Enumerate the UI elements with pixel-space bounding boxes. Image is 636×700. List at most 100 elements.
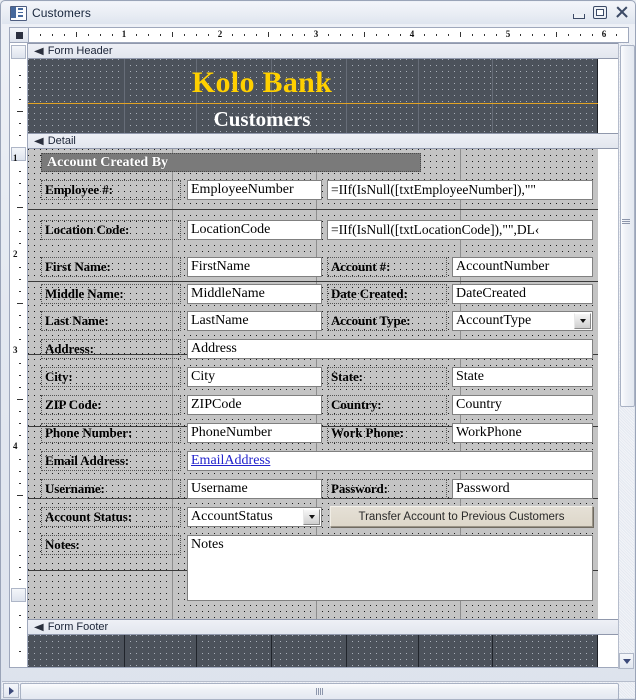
label-first-name[interactable]: First Name: (41, 257, 181, 277)
hruler-tick (136, 34, 137, 36)
hruler-tick (112, 34, 113, 36)
label-last-name[interactable]: Last Name: (41, 311, 181, 331)
textbox-employee-number[interactable]: EmployeeNumber (187, 180, 322, 200)
hruler-tick (304, 34, 305, 36)
hruler-tick (160, 34, 161, 36)
label-username[interactable]: Username: (41, 479, 181, 499)
hruler-tick (340, 34, 341, 36)
label-employee-number[interactable]: Employee #: (41, 180, 181, 200)
label-zip-code[interactable]: ZIP Code: (41, 395, 181, 415)
label-email-address[interactable]: Email Address: (41, 451, 181, 471)
hruler-tick (460, 32, 461, 37)
hruler-tick (376, 34, 377, 36)
hruler-tick (328, 34, 329, 36)
textbox-notes[interactable]: Notes (187, 535, 593, 601)
group-header-account-created-by[interactable]: Account Created By (41, 153, 421, 172)
label-address[interactable]: Address: (41, 339, 181, 359)
bank-name-label[interactable]: Kolo Bank (174, 63, 350, 103)
hruler-tick (100, 34, 101, 36)
hruler-tick (352, 34, 353, 36)
label-date-created[interactable]: Date Created: (327, 284, 447, 304)
textbox-work-phone[interactable]: WorkPhone (452, 423, 593, 443)
combobox-account-type[interactable]: AccountType (452, 311, 593, 331)
select-all-corner[interactable] (10, 28, 29, 42)
textbox-city[interactable]: City (187, 367, 322, 387)
form-subtitle-label[interactable]: Customers (174, 106, 350, 132)
label-country[interactable]: Country: (327, 395, 447, 415)
hruler-tick (184, 34, 185, 36)
label-city[interactable]: City: (41, 367, 181, 387)
textbox-last-name[interactable]: LastName (187, 311, 322, 331)
textbox-employee-name-expression[interactable]: =IIf(IsNull([txtEmployeeNumber]),"" (327, 180, 593, 200)
vruler-top-handle[interactable] (11, 45, 26, 59)
vruler-number: 3 (13, 345, 18, 355)
chevron-down-icon[interactable] (303, 509, 320, 525)
textbox-phone-number[interactable]: PhoneNumber (187, 423, 322, 443)
textbox-state[interactable]: State (452, 367, 593, 387)
vertical-scrollbar[interactable] (618, 43, 635, 669)
vruler-tick (19, 627, 21, 628)
label-account-type[interactable]: Account Type: (327, 311, 447, 331)
textbox-first-name[interactable]: FirstName (187, 257, 322, 277)
hruler-tick (148, 34, 149, 36)
textbox-date-created[interactable]: DateCreated (452, 284, 593, 304)
textbox-country[interactable]: Country (452, 395, 593, 415)
section-bar-form-header[interactable]: ◀ Form Header (28, 43, 619, 59)
close-icon[interactable] (614, 5, 630, 20)
label-state[interactable]: State: (327, 367, 447, 387)
minimize-button[interactable] (570, 5, 586, 20)
textbox-username[interactable]: Username (187, 479, 322, 499)
hruler-tick (40, 34, 41, 36)
horizontal-scrollbar-thumb[interactable] (20, 683, 619, 700)
label-phone-number[interactable]: Phone Number: (41, 423, 181, 443)
vruler-tick (19, 459, 21, 460)
combobox-account-status[interactable]: AccountStatus (187, 507, 322, 527)
textbox-account-number[interactable]: AccountNumber (452, 257, 593, 277)
vertical-ruler[interactable]: 1 2 3 4 (9, 43, 28, 668)
section-bar-form-footer[interactable]: ◀ Form Footer (28, 619, 619, 635)
form-header-canvas[interactable]: Kolo Bank Customers (28, 59, 598, 133)
hruler-tick (592, 34, 593, 36)
hruler-tick (172, 32, 173, 37)
textbox-zip-code[interactable]: ZIPCode (187, 395, 322, 415)
transfer-account-button[interactable]: Transfer Account to Previous Customers (330, 506, 593, 527)
label-account-status[interactable]: Account Status: (41, 507, 181, 527)
textbox-location-name-expression[interactable]: =IIf(IsNull([txtLocationCode]),"",DL‹ (327, 220, 593, 240)
vertical-scrollbar-grip (622, 219, 630, 225)
textbox-email-address[interactable]: EmailAddress (187, 451, 593, 471)
label-account-number[interactable]: Account #: (327, 257, 447, 277)
section-bar-detail[interactable]: ◀ Detail (28, 133, 619, 149)
label-work-phone[interactable]: Work Phone: (327, 423, 447, 443)
label-location-code[interactable]: Location Code: (41, 220, 181, 240)
hruler-number: 1 (121, 29, 127, 39)
horizontal-ruler[interactable]: 1 2 3 4 5 6 (9, 27, 629, 43)
textbox-password[interactable]: Password (452, 479, 593, 499)
textbox-location-code[interactable]: LocationCode (187, 220, 322, 240)
hruler-tick (400, 34, 401, 36)
vertical-scrollbar-thumb[interactable] (620, 45, 635, 407)
vruler-tick (19, 375, 21, 376)
vruler-tick (19, 471, 21, 472)
chevron-down-icon[interactable] (574, 313, 591, 329)
horizontal-scrollbar[interactable] (2, 681, 635, 700)
scroll-right-button[interactable] (3, 683, 19, 698)
vruler-tick (19, 75, 21, 76)
scroll-down-button[interactable] (619, 653, 634, 669)
form-design-surface[interactable]: ◀ Form Header Kolo Bank Customers ◀ Deta… (28, 43, 620, 668)
textbox-address[interactable]: Address (187, 339, 593, 359)
vruler-tick (19, 507, 21, 508)
label-notes[interactable]: Notes: (41, 535, 181, 555)
vruler-tick (19, 615, 21, 616)
detail-canvas[interactable]: Account Created By Employee #: EmployeeN… (28, 149, 598, 619)
form-footer-canvas[interactable] (28, 635, 598, 667)
textbox-middle-name[interactable]: MiddleName (187, 284, 322, 304)
label-middle-name[interactable]: Middle Name: (41, 284, 181, 304)
vruler-tick (19, 519, 21, 520)
vruler-footer-handle[interactable] (11, 588, 26, 602)
vruler-tick (19, 339, 21, 340)
vruler-tick (19, 267, 21, 268)
hruler-tick (232, 34, 233, 36)
access-form-design-window: Customers 123456 1234 ◀ Form Header Kolo… (0, 0, 636, 700)
restore-button[interactable] (592, 5, 608, 20)
label-password[interactable]: Password: (327, 479, 447, 499)
